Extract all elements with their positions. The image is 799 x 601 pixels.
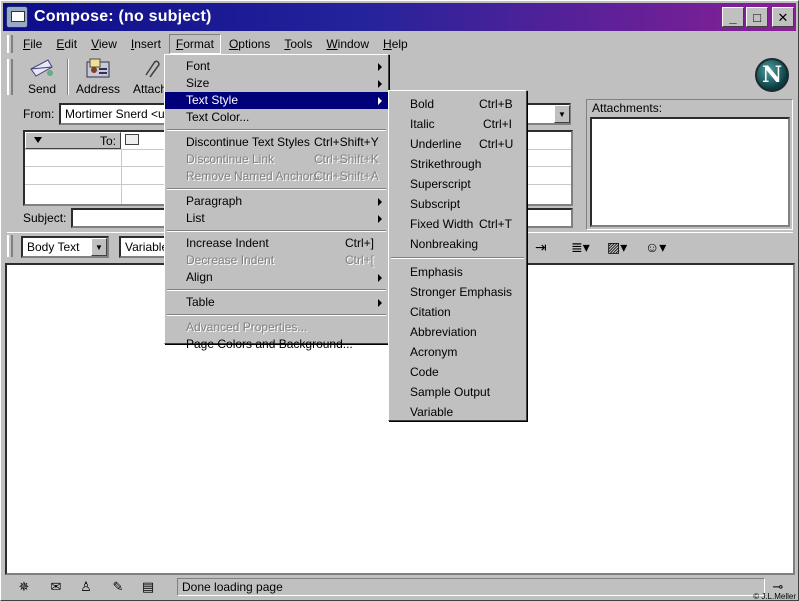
- recipient-type-select[interactable]: To:: [25, 132, 121, 149]
- menu-item-size[interactable]: Size: [165, 75, 388, 92]
- attachments-list[interactable]: [590, 117, 790, 227]
- menu-options[interactable]: Options: [223, 34, 276, 54]
- minimize-icon: _: [729, 9, 737, 25]
- grid-line: [121, 149, 122, 204]
- people-icon[interactable]: ♙: [77, 579, 95, 595]
- menu-bar: File Edit View Insert Format Options Too…: [15, 34, 414, 54]
- chevron-right-icon: [378, 97, 382, 105]
- maximize-button[interactable]: □: [746, 7, 768, 27]
- menu-item-sample-output[interactable]: Sample Output: [389, 382, 526, 402]
- toolbar-separator: [67, 59, 69, 95]
- menu-item-align[interactable]: Align: [165, 269, 388, 286]
- text-style-submenu: Bold Ctrl+B Italic Ctrl+I Underline Ctrl+U …: [388, 90, 527, 421]
- menu-item-discontinue-text-styles[interactable]: Discontinue Text Styles Ctrl+Shift+Y: [165, 134, 388, 151]
- navigator-icon[interactable]: ✵: [15, 579, 33, 595]
- status-bar: ✵ ✉ ♙ ✎ ▤ Done loading page ⊸: [5, 577, 795, 597]
- menu-item-abbreviation[interactable]: Abbreviation: [389, 322, 526, 342]
- title-bar[interactable]: Compose: (no subject) _ □ ✕: [3, 3, 796, 31]
- credit-text: © J.L.Meller: [753, 592, 796, 601]
- menu-tools[interactable]: Tools: [278, 34, 318, 54]
- menu-view[interactable]: View: [85, 34, 123, 54]
- menu-item-italic[interactable]: Italic Ctrl+I: [389, 114, 526, 134]
- from-dropdown-button[interactable]: ▼: [554, 105, 570, 123]
- menu-item-remove-named-anchors: Remove Named Anchors Ctrl+Shift+A: [186, 169, 379, 183]
- status-text: Done loading page: [177, 578, 765, 596]
- menu-item-strikethrough[interactable]: Strikethrough: [389, 154, 526, 174]
- close-icon: ✕: [777, 9, 789, 25]
- chevron-right-icon: [378, 80, 382, 88]
- menu-item-decrease-indent: Decrease Indent Ctrl+[: [186, 253, 375, 267]
- smiley-icon[interactable]: ☺▾: [645, 239, 666, 255]
- address-book-icon[interactable]: ▤: [139, 579, 157, 595]
- close-button[interactable]: ✕: [772, 7, 794, 27]
- menu-item-nonbreaking[interactable]: Nonbreaking: [389, 234, 526, 254]
- chevron-down-icon: [34, 137, 42, 143]
- format-menu: Font Size Text Style Text Color... Disco…: [164, 54, 389, 351]
- composer-icon[interactable]: ✎: [109, 579, 127, 595]
- menu-item-fixed-width[interactable]: Fixed Width Ctrl+T: [389, 214, 526, 234]
- menu-file[interactable]: File: [17, 34, 48, 54]
- menu-separator: [167, 129, 386, 131]
- menu-item-paragraph[interactable]: Paragraph: [165, 193, 388, 210]
- menu-item-stronger-emphasis[interactable]: Stronger Emphasis: [389, 282, 526, 302]
- compose-window: Compose: (no subject) _ □ ✕ File Edit Vi…: [0, 0, 799, 601]
- chevron-down-icon: ▼: [558, 109, 566, 119]
- menu-help[interactable]: Help: [377, 34, 414, 54]
- insert-image-icon[interactable]: ▨▾: [607, 239, 627, 255]
- menu-item-font[interactable]: Font: [165, 58, 388, 75]
- mail-icon[interactable]: ✉: [47, 579, 65, 595]
- send-icon: [28, 57, 56, 79]
- menu-item-page-colors[interactable]: Page Colors and Background...: [165, 336, 388, 353]
- menu-item-table[interactable]: Table: [165, 294, 388, 311]
- netscape-logo-icon[interactable]: N: [755, 58, 789, 92]
- menu-item-text-style[interactable]: Text Style: [165, 92, 388, 109]
- menu-item-citation[interactable]: Citation: [389, 302, 526, 322]
- menu-item-bold[interactable]: Bold Ctrl+B: [389, 94, 526, 114]
- menu-edit[interactable]: Edit: [50, 34, 83, 54]
- menu-item-discontinue-link: Discontinue Link Ctrl+Shift+K: [186, 152, 379, 166]
- menu-item-superscript[interactable]: Superscript: [389, 174, 526, 194]
- menu-item-acronym[interactable]: Acronym: [389, 342, 526, 362]
- menu-item-list[interactable]: List: [165, 210, 388, 227]
- menu-item-code[interactable]: Code: [389, 362, 526, 382]
- send-button[interactable]: Send: [17, 57, 67, 96]
- menu-separator: [391, 257, 524, 259]
- paragraph-style-select[interactable]: Body Text ▼: [21, 236, 109, 258]
- chevron-right-icon: [378, 63, 382, 71]
- align-center-icon[interactable]: ≣▾: [571, 239, 590, 255]
- menu-item-emphasis[interactable]: Emphasis: [389, 262, 526, 282]
- maximize-icon: □: [753, 9, 761, 25]
- menu-separator: [167, 289, 386, 291]
- address-button[interactable]: Address: [73, 57, 123, 96]
- chevron-right-icon: [378, 274, 382, 282]
- menu-separator: [167, 188, 386, 190]
- menu-item-variable[interactable]: Variable: [389, 402, 526, 422]
- chevron-right-icon: [378, 215, 382, 223]
- menu-insert[interactable]: Insert: [125, 34, 167, 54]
- indent-icon[interactable]: ⇥: [535, 239, 547, 255]
- menu-item-text-color[interactable]: Text Color...: [165, 109, 388, 126]
- from-label: From:: [23, 107, 55, 121]
- menu-format[interactable]: Format: [168, 34, 221, 54]
- menu-separator: [167, 314, 386, 316]
- menu-window[interactable]: Window: [320, 34, 375, 54]
- menu-separator: [167, 230, 386, 232]
- menubar-grip[interactable]: [7, 35, 13, 53]
- subject-label: Subject:: [23, 211, 67, 225]
- window-title: Compose: (no subject): [34, 8, 212, 25]
- address-card-icon: [125, 134, 139, 145]
- chevron-right-icon: [378, 299, 382, 307]
- menu-item-underline[interactable]: Underline Ctrl+U: [389, 134, 526, 154]
- menu-item-increase-indent[interactable]: Increase Indent Ctrl+]: [165, 235, 388, 252]
- chevron-down-icon: ▼: [91, 238, 107, 256]
- address-book-icon: [84, 57, 112, 79]
- menu-item-advanced-properties: Advanced Properties...: [186, 320, 308, 334]
- chevron-right-icon: [378, 198, 382, 206]
- compose-app-icon[interactable]: [6, 6, 28, 28]
- attachments-label: Attachments:: [592, 101, 663, 115]
- minimize-button[interactable]: _: [722, 7, 744, 27]
- menu-item-subscript[interactable]: Subscript: [389, 194, 526, 214]
- paperclip-icon: [136, 57, 164, 79]
